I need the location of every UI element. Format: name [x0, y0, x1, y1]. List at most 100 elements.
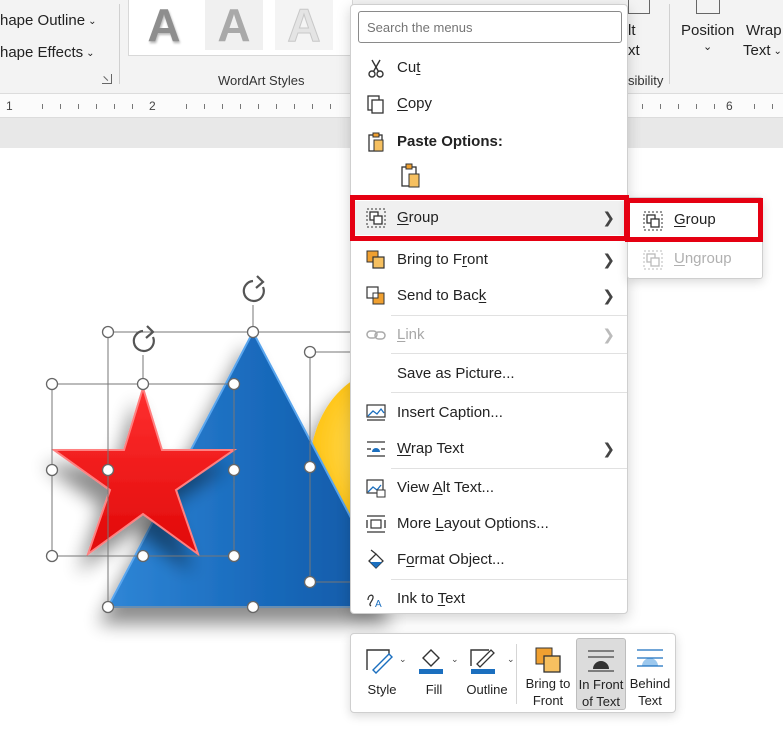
svg-text:A: A — [375, 599, 382, 610]
group-label: Group — [397, 209, 439, 226]
chevron-down-icon: ⌄ — [88, 15, 97, 27]
menu-separator — [391, 468, 627, 469]
insert-caption-icon — [366, 404, 386, 421]
format-object-icon — [368, 549, 384, 569]
alt-text-icon — [366, 479, 386, 498]
menu-item-insert-caption[interactable]: Insert Caption... — [351, 396, 627, 430]
wrap-text-icon — [367, 441, 385, 457]
chevron-right-icon: ❯ — [602, 441, 615, 458]
group-icon — [643, 211, 663, 231]
menu-item-wrap-text[interactable]: Wrap Text ❯ — [351, 432, 627, 466]
ruler-mark: 1 — [6, 99, 13, 113]
wordart-sample-3[interactable]: A — [275, 0, 333, 51]
menu-item-paste-options: Paste Options: — [351, 125, 627, 159]
context-menu: Cut Copy Paste Options: Group ❯ — [350, 4, 628, 614]
wordart-sample-1[interactable]: A — [135, 0, 193, 50]
menu-separator — [391, 579, 627, 580]
paste-options-label: Paste Options: — [397, 133, 503, 150]
in-front-line2: of Text — [581, 694, 621, 709]
send-to-back-icon — [366, 286, 385, 305]
style-button[interactable]: ⌄ Style — [357, 638, 407, 710]
paste-keep-format-icon[interactable] — [399, 163, 423, 189]
chevron-down-icon: ⌄ — [507, 654, 515, 664]
more-layout-options-label: More Layout Options... — [397, 515, 549, 532]
bring-to-front-line1: Bring to — [525, 676, 571, 691]
menu-separator — [391, 315, 627, 316]
wrap-text-top: Wrap — [746, 22, 782, 39]
link-icon — [366, 330, 386, 340]
position-button[interactable]: Position — [681, 22, 734, 39]
paste-icon — [368, 132, 384, 152]
save-as-picture-label: Save as Picture... — [397, 365, 515, 382]
menu-item-send-to-back[interactable]: Send to Back ❯ — [351, 279, 627, 313]
bring-to-front-icon — [535, 647, 561, 673]
chevron-down-icon: ⌄ — [703, 41, 713, 53]
shape-effects-label: hape Effects — [0, 44, 84, 61]
shape-effects-button[interactable]: hape Effects ⌄ — [0, 44, 95, 61]
ink-to-text-label: Ink to Text — [397, 590, 466, 607]
chevron-right-icon: ❯ — [602, 252, 615, 269]
wrap-text-label: Wrap Text — [397, 440, 464, 457]
position-label: Position — [681, 22, 735, 39]
wrap-text-ribbon-label: Text ⌄ — [743, 42, 782, 59]
alt-text-icon — [628, 0, 650, 14]
view-alt-text-label: View Alt Text... — [397, 479, 495, 496]
alt-text-button[interactable]: lt — [628, 22, 636, 39]
group-submenu: Group Ungroup — [627, 197, 763, 279]
bring-to-front-icon — [366, 250, 385, 269]
menu-separator — [391, 196, 627, 197]
copy-label: Copy — [397, 95, 433, 112]
wordart-styles-label: WordArt Styles — [218, 73, 305, 88]
menu-item-more-layout-options[interactable]: More Layout Options... — [351, 507, 627, 541]
group-icon — [366, 208, 386, 228]
bring-to-front-button[interactable]: Bring to Front — [521, 638, 575, 710]
menu-item-bring-to-front[interactable]: Bring to Front ❯ — [351, 243, 627, 277]
send-to-back-label: Send to Back — [397, 287, 487, 304]
fill-bucket-icon — [419, 649, 443, 674]
accessibility-label: sibility — [628, 73, 664, 88]
position-icon — [696, 0, 720, 14]
in-front-of-text-button[interactable]: In Front of Text — [576, 638, 626, 710]
wrap-text-bottom: Text — [743, 42, 771, 59]
submenu-item-ungroup: Ungroup — [628, 241, 762, 277]
wordart-gallery[interactable]: A A A — [128, 0, 353, 56]
alt-text-top: lt — [628, 22, 636, 39]
chevron-down-icon: ⌄ — [86, 47, 95, 59]
shape-outline-button[interactable]: hape Outline ⌄ — [0, 12, 96, 29]
menu-item-view-alt-text[interactable]: View Alt Text... — [351, 471, 627, 505]
menu-item-group[interactable]: Group ❯ — [351, 201, 627, 235]
wrap-text-ribbon-button[interactable]: Wrap — [746, 22, 782, 39]
search-menus-input[interactable] — [358, 11, 622, 43]
outline-button[interactable]: ⌄ Outline — [459, 638, 515, 710]
outline-label: Outline — [466, 682, 508, 697]
menu-item-copy[interactable]: Copy — [351, 87, 627, 121]
rotate-handle-icon[interactable] — [132, 325, 155, 353]
menu-separator — [391, 353, 627, 354]
dialog-launcher-icon[interactable] — [102, 74, 112, 84]
chevron-right-icon: ❯ — [602, 210, 615, 227]
outline-pen-icon — [470, 649, 495, 674]
ungroup-icon — [643, 250, 663, 270]
fill-button[interactable]: ⌄ Fill — [409, 638, 459, 710]
menu-item-save-as-picture[interactable]: Save as Picture... — [351, 357, 627, 391]
chevron-down-icon: ⌄ — [773, 45, 782, 57]
menu-item-ink-to-text[interactable]: A Ink to Text — [351, 582, 627, 616]
submenu-group-label: Group — [674, 211, 716, 228]
wordart-sample-2[interactable]: A — [205, 0, 263, 50]
menu-item-format-object[interactable]: Format Object... — [351, 543, 627, 577]
submenu-item-group[interactable]: Group — [628, 202, 762, 238]
behind-text-button[interactable]: Behind Text — [627, 638, 673, 710]
menu-item-cut[interactable]: Cut — [351, 51, 627, 85]
insert-caption-label: Insert Caption... — [397, 404, 503, 421]
behind-text-icon — [637, 649, 663, 667]
toolbar-divider — [516, 644, 517, 704]
in-front-of-text-icon — [588, 650, 614, 672]
scissors-icon — [368, 59, 384, 78]
in-front-line1: In Front — [578, 677, 624, 692]
copy-icon — [367, 95, 384, 114]
ribbon-divider — [119, 4, 120, 84]
shape-outline-label: hape Outline — [0, 12, 86, 29]
submenu-ungroup-label: Ungroup — [674, 250, 732, 267]
cut-label: Cut — [397, 59, 421, 76]
rotate-handle-icon[interactable] — [242, 275, 265, 303]
